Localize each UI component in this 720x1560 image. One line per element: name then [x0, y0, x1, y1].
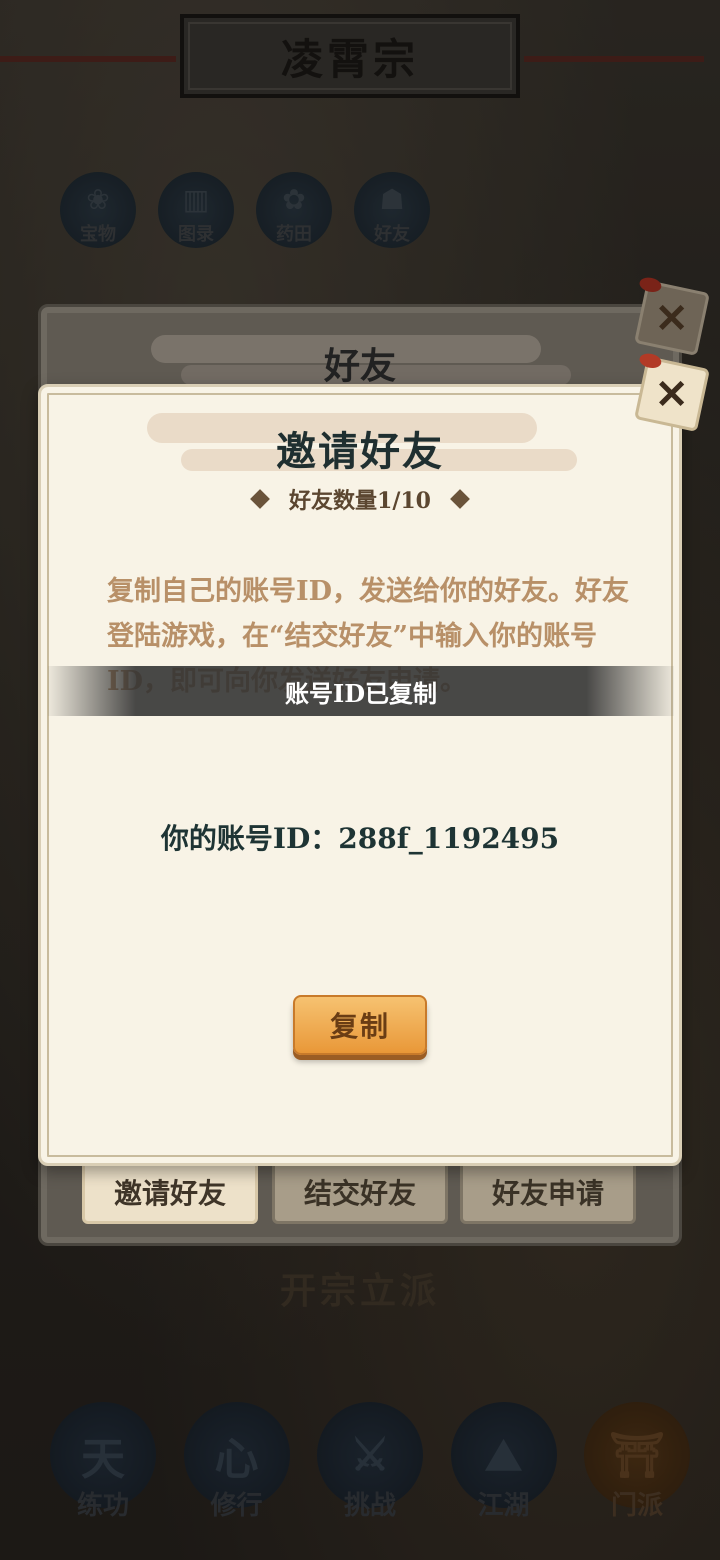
close-icon: ✕ [655, 370, 689, 418]
diamond-icon [450, 489, 470, 509]
tab-friend-requests[interactable]: 好友申请 [460, 1160, 636, 1224]
friends-panel-close-button[interactable]: ✕ [634, 275, 710, 356]
friends-panel-title: 好友 [323, 345, 396, 387]
account-id-text: 你的账号ID：288f_1192495 [160, 822, 560, 855]
tab-invite-friends[interactable]: 邀请好友 [82, 1160, 258, 1224]
friend-count: 好友数量1/10 [289, 488, 431, 514]
dialog-close-button[interactable]: ✕ [634, 351, 710, 432]
friend-count-row: 好友数量1/10 [41, 483, 679, 515]
invite-friends-dialog: 邀请好友 好友数量1/10 复制自己的账号ID，发送给你的好友。好友登陆游戏，在… [38, 384, 682, 1166]
close-icon: ✕ [655, 294, 689, 342]
tab-make-friends[interactable]: 结交好友 [272, 1160, 448, 1224]
dialog-title: 邀请好友 [276, 428, 444, 475]
diamond-icon [250, 489, 270, 509]
copied-toast: 账号ID已复制 [48, 666, 674, 716]
copy-button[interactable]: 复制 [293, 995, 427, 1055]
